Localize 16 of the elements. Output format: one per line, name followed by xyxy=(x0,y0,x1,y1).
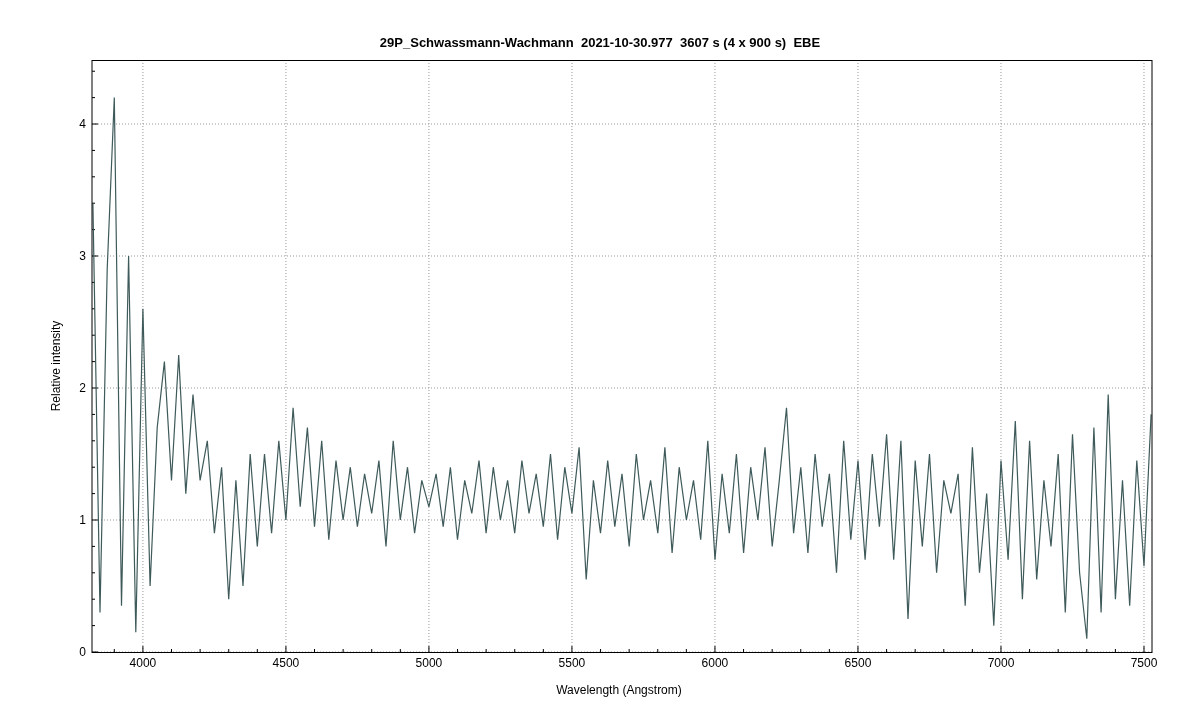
chart-title: 29P_Schwassmann-Wachmann 2021-10-30.977 3607 s (4 x 900 s) EBE xyxy=(379,35,821,52)
x-tick-label: 5000 xyxy=(415,656,443,670)
y-axis-label: Relative intensity xyxy=(49,320,63,412)
y-tick-label: 0 xyxy=(79,645,86,659)
x-axis-label: Wavelength (Angstrom) xyxy=(556,683,682,697)
y-tick-label: 1 xyxy=(79,513,86,527)
x-tick-label: 4000 xyxy=(129,656,157,670)
x-tick-label: 6000 xyxy=(701,656,729,670)
y-tick-label: 3 xyxy=(79,249,86,263)
x-tick-label: 7000 xyxy=(987,656,1015,670)
y-tick-label: 2 xyxy=(79,381,86,395)
x-tick-label: 6500 xyxy=(844,656,872,670)
x-tick-label: 7500 xyxy=(1130,656,1158,670)
x-tick-label: 5500 xyxy=(558,656,586,670)
y-tick-label: 4 xyxy=(79,117,86,131)
x-tick-label: 4500 xyxy=(272,656,300,670)
